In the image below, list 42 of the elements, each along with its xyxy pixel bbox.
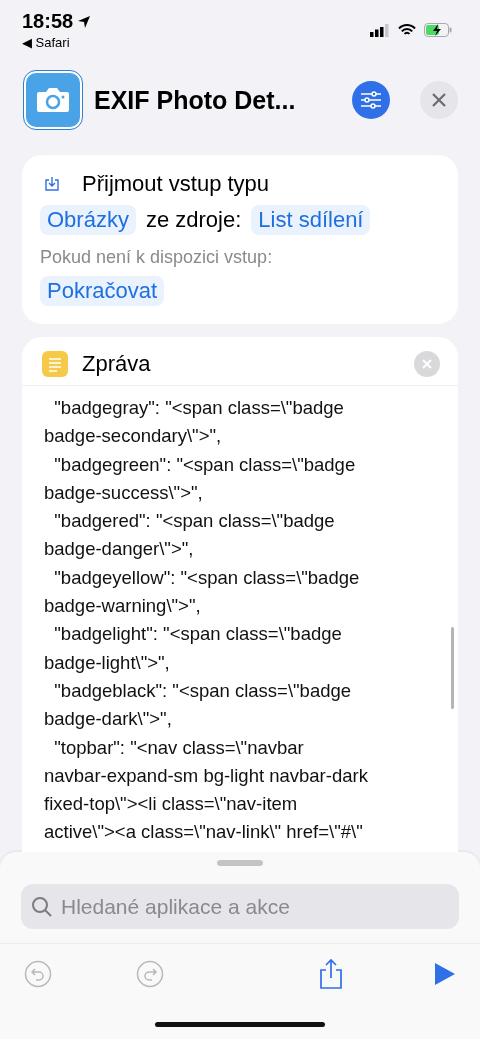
message-text-line: navbar-expand-sm bg-light navbar-dark bbox=[44, 763, 369, 788]
message-text-line: badge-light\">", bbox=[44, 650, 171, 675]
run-button[interactable] bbox=[434, 962, 456, 986]
search-icon bbox=[31, 896, 53, 918]
message-text-line: "badgegray": "<span class=\"badge bbox=[53, 396, 345, 420]
message-text-line: badge-warning\">", bbox=[44, 594, 202, 619]
message-text-line: badge-secondary\">", bbox=[44, 424, 223, 449]
search-field[interactable]: Hledané aplikace a akce bbox=[21, 884, 459, 929]
shortcut-title: EXIF Photo Det... bbox=[94, 85, 297, 115]
message-text-line: badge-success\">", bbox=[44, 480, 204, 505]
message-text-line: badge-danger\">", bbox=[44, 537, 195, 562]
message-text-line: "badgegreen": "<span class=\"badge bbox=[53, 452, 357, 477]
source-token[interactable]: List sdílení bbox=[251, 205, 371, 235]
type-token[interactable]: Obrázky bbox=[40, 205, 136, 235]
message-text-line: "badgeblack": "<span class=\"badge bbox=[53, 678, 353, 703]
action-title: Zpráva bbox=[82, 351, 152, 377]
fallback-label: Pokud není k dispozici vstup: bbox=[40, 247, 274, 268]
message-text-line: "badgered": "<span class=\"badge bbox=[53, 509, 336, 534]
signal-icon bbox=[370, 23, 390, 37]
battery-charging-icon bbox=[424, 23, 452, 37]
message-text-line: "badgeyellow": "<span class=\"badge bbox=[53, 565, 361, 590]
message-text-line: "badgelight": "<span class=\"badge bbox=[53, 622, 343, 647]
settings-button[interactable] bbox=[352, 81, 390, 119]
note-icon bbox=[42, 351, 68, 377]
share-button[interactable] bbox=[318, 958, 344, 990]
input-tray-icon bbox=[44, 176, 60, 192]
action-title: Přijmout vstup typu bbox=[82, 171, 270, 197]
message-text-line: "topbar": "<nav class=\"navbar bbox=[53, 735, 305, 760]
close-icon bbox=[431, 92, 447, 108]
fallback-token[interactable]: Pokračovat bbox=[40, 276, 165, 306]
message-text-line: active\"><a class=\"nav-link\" href=\"#\" bbox=[44, 820, 364, 845]
message-text-line: badge-dark\">", bbox=[44, 707, 173, 732]
close-icon bbox=[422, 359, 432, 369]
back-to-app-link[interactable]: ◀ Safari bbox=[22, 35, 92, 50]
wifi-icon bbox=[398, 23, 416, 37]
sliders-icon bbox=[360, 91, 382, 109]
close-button[interactable] bbox=[420, 81, 458, 119]
camera-icon bbox=[36, 87, 70, 113]
connector-label: ze zdroje: bbox=[145, 207, 242, 233]
status-time: 18:58 bbox=[22, 10, 92, 33]
location-icon bbox=[77, 14, 92, 29]
message-text-line: fixed-top\"><li class=\"nav-item bbox=[44, 792, 299, 817]
